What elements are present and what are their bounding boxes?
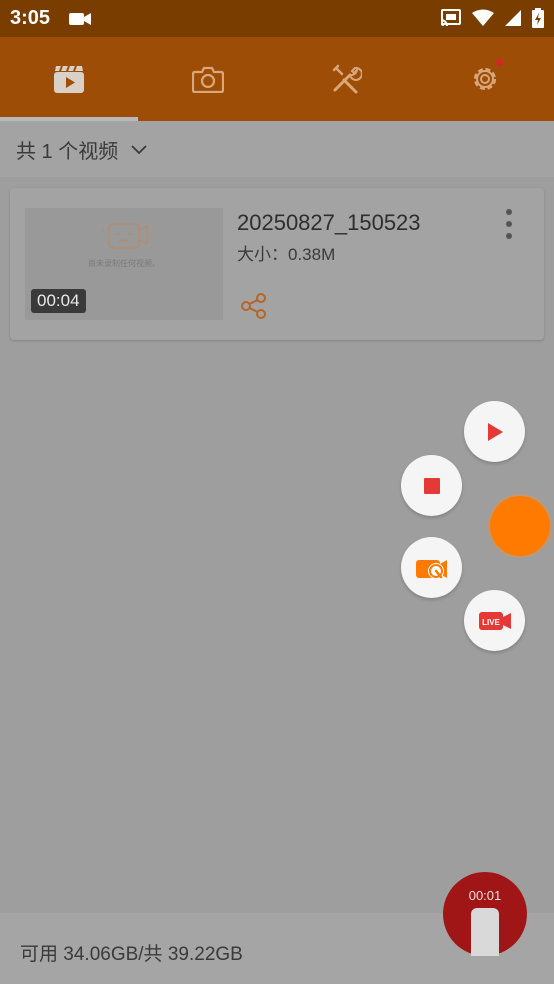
tab-settings[interactable]	[416, 37, 554, 121]
live-label: LIVE	[482, 618, 500, 627]
camera-tools-button[interactable]	[401, 537, 462, 598]
floating-record-ball[interactable]	[490, 496, 550, 556]
thumbnail-caption: 尚未录制任何视频。	[88, 259, 160, 268]
live-stream-button[interactable]: LIVE	[464, 590, 525, 651]
tools-icon	[333, 64, 363, 94]
recording-timer-bubble[interactable]: 00:01	[443, 872, 527, 956]
wifi-icon	[472, 9, 494, 26]
video-library-icon	[54, 65, 85, 93]
status-bar: 3:05	[0, 0, 554, 37]
tab-videos[interactable]	[0, 37, 139, 121]
play-button[interactable]	[464, 401, 525, 462]
video-thumbnail[interactable]: 尚未录制任何视频。 00:04	[25, 208, 223, 320]
settings-icon	[473, 67, 496, 91]
duration-badge: 00:04	[31, 289, 86, 313]
recording-handle[interactable]	[471, 908, 499, 956]
chevron-down-icon	[130, 138, 148, 161]
battery-charging-icon	[532, 8, 544, 28]
video-count-dropdown[interactable]: 共 1 个视频	[0, 121, 554, 177]
storage-info: 可用 34.06GB/共 39.22GB	[20, 944, 243, 965]
play-icon	[487, 422, 503, 441]
empty-video-illustration-icon	[100, 223, 152, 249]
settings-notification-dot	[495, 59, 503, 66]
stop-icon	[423, 477, 440, 494]
status-time: 3:05	[10, 7, 51, 29]
tab-tools[interactable]	[277, 37, 416, 121]
cast-icon	[440, 9, 461, 27]
tab-bar	[0, 37, 554, 121]
camera-icon	[191, 66, 224, 93]
more-options-icon[interactable]	[504, 208, 514, 240]
video-recording-status-icon	[69, 13, 91, 25]
stop-button[interactable]	[401, 455, 462, 516]
recording-elapsed-time: 00:01	[468, 888, 502, 903]
video-list-item[interactable]: 尚未录制任何视频。 00:04 20250827_150523 大小：0.38M	[10, 188, 544, 340]
camera-tools-icon	[415, 559, 447, 579]
share-icon[interactable]	[240, 292, 268, 320]
video-size: 大小：0.38M	[237, 245, 336, 264]
tab-screenshots[interactable]	[139, 37, 278, 121]
status-icons	[440, 8, 544, 28]
live-icon: LIVE	[478, 611, 511, 630]
video-title: 20250827_150523	[237, 210, 421, 235]
video-count-label: 共 1 个视频	[16, 140, 119, 163]
signal-icon	[505, 10, 521, 26]
